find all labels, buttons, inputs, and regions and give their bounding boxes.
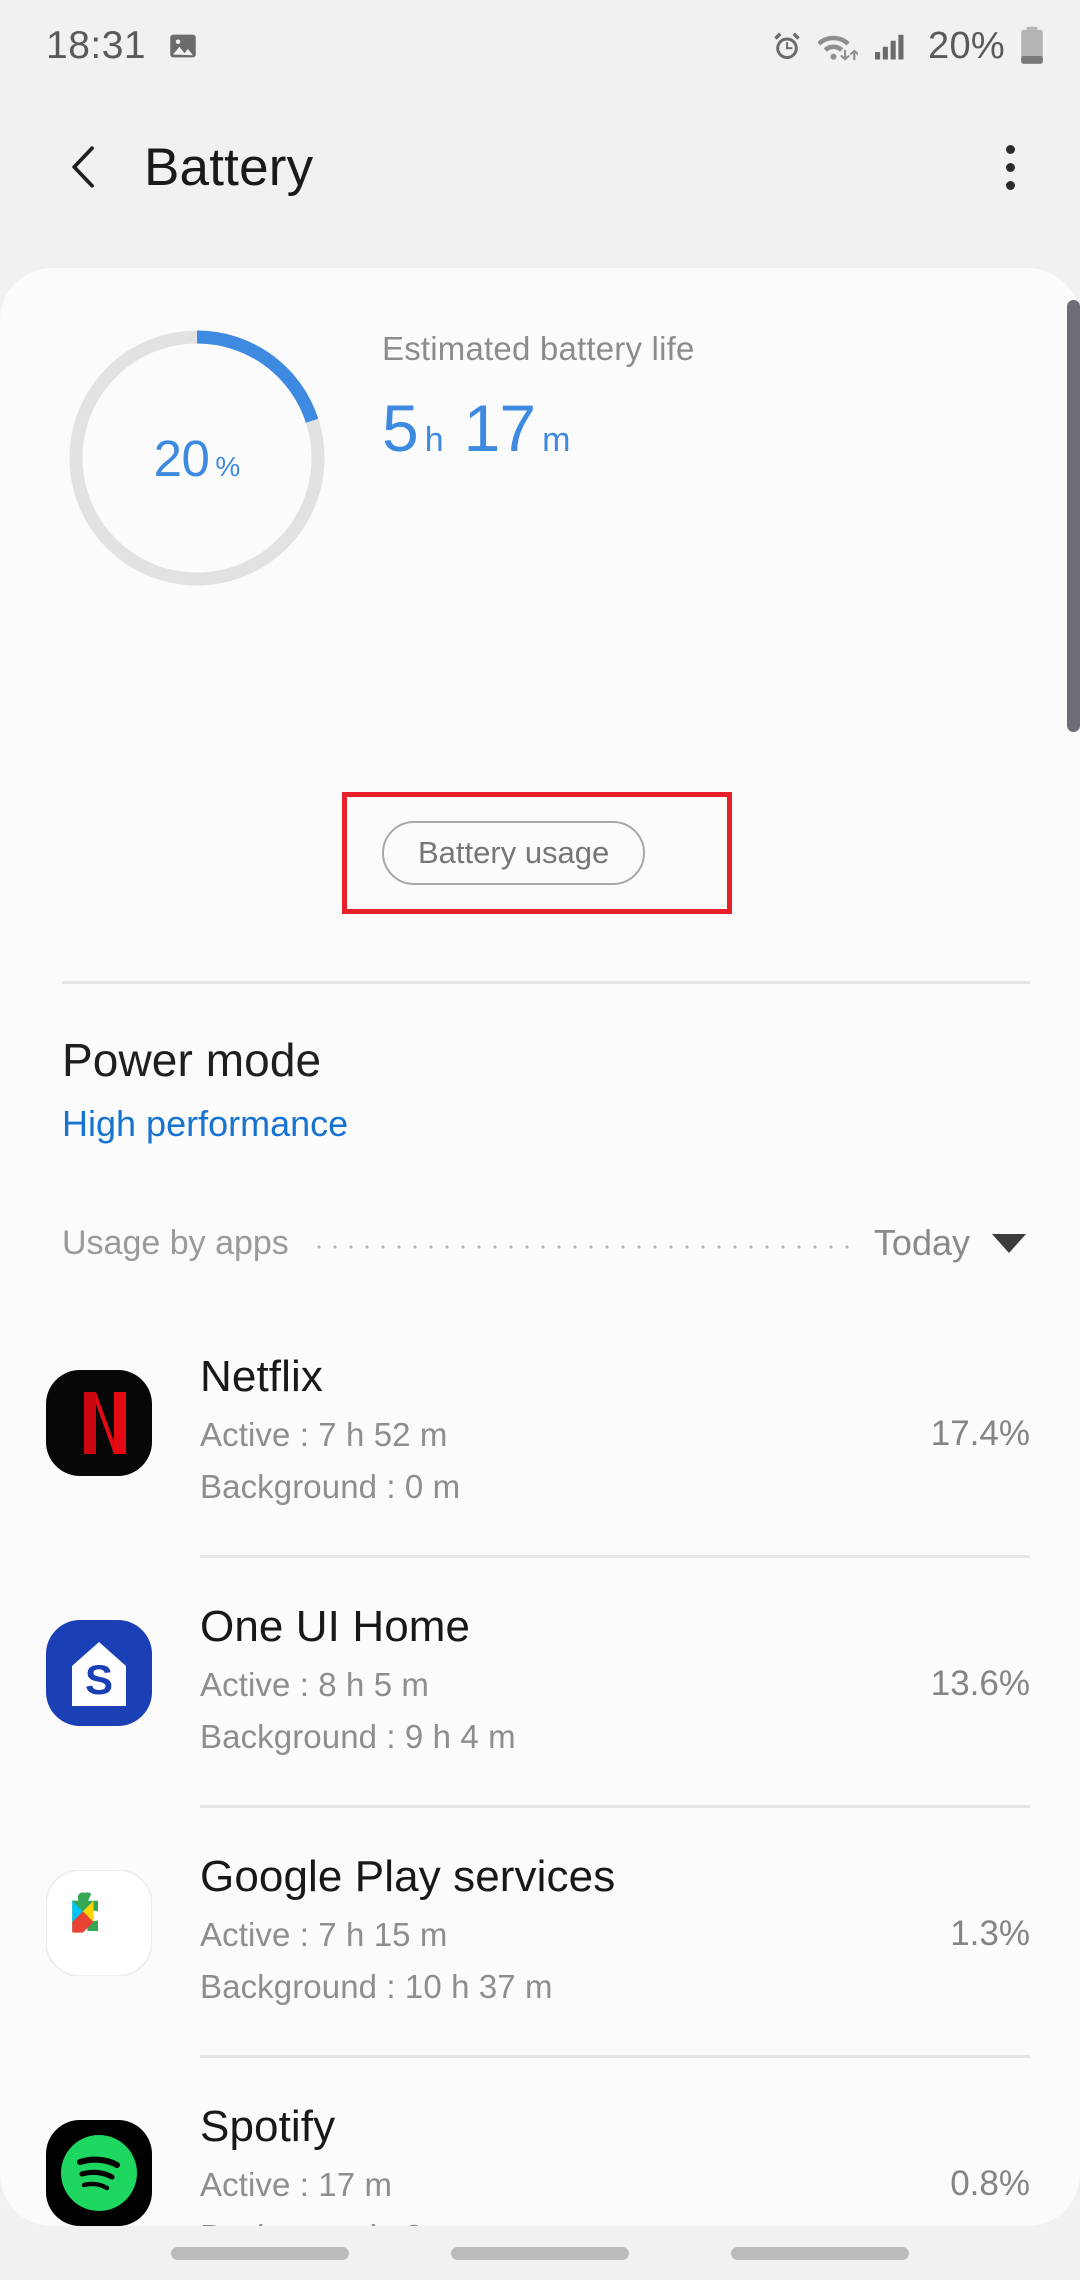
back-button[interactable] <box>54 137 114 197</box>
battery-icon <box>1021 26 1043 64</box>
back-chevron-icon <box>72 146 94 188</box>
one-ui-home-icon: S <box>46 1620 152 1726</box>
app-background-time: Background : 10 h 37 m <box>200 1968 553 2005</box>
status-bar-battery-percent: 20% <box>928 24 1005 67</box>
app-background-time: Background : 0 m <box>200 1468 461 1505</box>
period-selector-label[interactable]: Today <box>874 1222 970 1264</box>
app-active-time: Active : 17 m <box>200 2166 393 2203</box>
section-divider <box>62 981 1030 984</box>
battery-ring-label: 20 % <box>62 323 332 593</box>
app-active-time: Active : 7 h 15 m <box>200 1916 448 1953</box>
battery-settings-screen: 18:31 20% Battery 20 % Estimated battery… <box>0 0 1080 2280</box>
estimate-minutes: 17 <box>463 391 536 465</box>
table-row[interactable]: Google Play services Active : 7 h 15 m B… <box>0 1808 1080 2058</box>
usage-by-apps-header: Usage by apps Today <box>62 1213 1030 1273</box>
table-row[interactable]: Spotify Active : 17 m Background : 0 m 0… <box>0 2058 1080 2226</box>
app-info: Spotify Active : 17 m Background : 0 m <box>200 2102 460 2226</box>
navigation-bar <box>0 2226 1080 2280</box>
status-bar-left: 18:31 <box>46 24 200 68</box>
content-card: 20 % Estimated battery life 5 h 17 m Bat… <box>0 268 1080 2226</box>
image-icon <box>170 34 196 58</box>
chevron-down-icon[interactable] <box>992 1233 1026 1253</box>
overflow-menu-icon[interactable] <box>982 132 1038 202</box>
back-button[interactable] <box>731 2246 909 2260</box>
app-name: Google Play services <box>200 1852 616 1901</box>
status-bar: 18:31 20% <box>0 0 1080 92</box>
wifi-icon <box>818 35 859 61</box>
app-battery-percent: 17.4% <box>930 1414 1030 1453</box>
scrollbar-thumb[interactable] <box>1067 300 1080 732</box>
app-bar: Battery <box>0 92 1080 242</box>
highlight-annotation <box>342 792 732 914</box>
svg-text:S: S <box>85 1656 113 1703</box>
app-active-time: Active : 7 h 52 m <box>200 1416 448 1453</box>
app-name: Spotify <box>200 2102 336 2151</box>
table-row[interactable]: Netflix Active : 7 h 52 m Background : 0… <box>0 1308 1080 1558</box>
app-background-time: Background : 0 m <box>200 2218 460 2226</box>
app-background-time: Background : 9 h 4 m <box>200 1718 516 1755</box>
google-play-services-icon <box>45 1869 153 1977</box>
recents-button[interactable] <box>171 2246 349 2260</box>
estimate-hours: 5 <box>382 391 419 465</box>
app-info: Netflix Active : 7 h 52 m Background : 0… <box>200 1352 460 1506</box>
alarm-icon <box>774 32 800 60</box>
estimated-battery-life: Estimated battery life 5 h 17 m <box>382 330 695 466</box>
overflow-dot <box>1005 144 1015 154</box>
app-battery-percent: 13.6% <box>930 1664 1030 1703</box>
spotify-icon <box>46 2120 152 2226</box>
signal-icon <box>875 34 904 60</box>
overflow-dot <box>1005 162 1015 172</box>
status-bar-right: 20% <box>769 25 1046 68</box>
app-name: Netflix <box>200 1352 323 1401</box>
app-info: One UI Home Active : 8 h 5 m Background … <box>200 1602 516 1756</box>
usage-by-apps-label: Usage by apps <box>62 1223 289 1262</box>
estimate-label: Estimated battery life <box>382 330 695 367</box>
battery-percent-value: 20 <box>153 429 210 487</box>
overflow-dot <box>1005 180 1015 190</box>
app-active-time: Active : 8 h 5 m <box>200 1666 430 1703</box>
home-button[interactable] <box>451 2246 629 2260</box>
power-mode-value: High performance <box>62 1103 349 1144</box>
status-bar-clock: 18:31 <box>46 24 147 67</box>
estimate-minutes-unit: m <box>542 421 571 459</box>
table-row[interactable]: S One UI Home Active : 8 h 5 m Backgroun… <box>0 1558 1080 1808</box>
app-battery-percent: 0.8% <box>950 2164 1030 2203</box>
app-name: One UI Home <box>200 1602 471 1651</box>
app-info: Google Play services Active : 7 h 15 m B… <box>200 1852 615 2006</box>
dotted-leader <box>310 1245 852 1249</box>
app-usage-list: Netflix Active : 7 h 52 m Background : 0… <box>0 1308 1080 2226</box>
battery-percent-symbol: % <box>215 451 241 482</box>
estimate-hours-unit: h <box>424 421 444 459</box>
power-mode-item[interactable]: Power mode High performance <box>62 1033 348 1145</box>
netflix-icon <box>46 1370 152 1476</box>
estimate-value: 5 h 17 m <box>382 390 695 466</box>
page-title: Battery <box>144 137 314 197</box>
battery-summary: 20 % Estimated battery life 5 h 17 m Bat… <box>0 268 1080 914</box>
power-mode-title: Power mode <box>62 1034 322 1086</box>
battery-ring: 20 % <box>62 323 332 593</box>
app-battery-percent: 1.3% <box>950 1914 1030 1953</box>
